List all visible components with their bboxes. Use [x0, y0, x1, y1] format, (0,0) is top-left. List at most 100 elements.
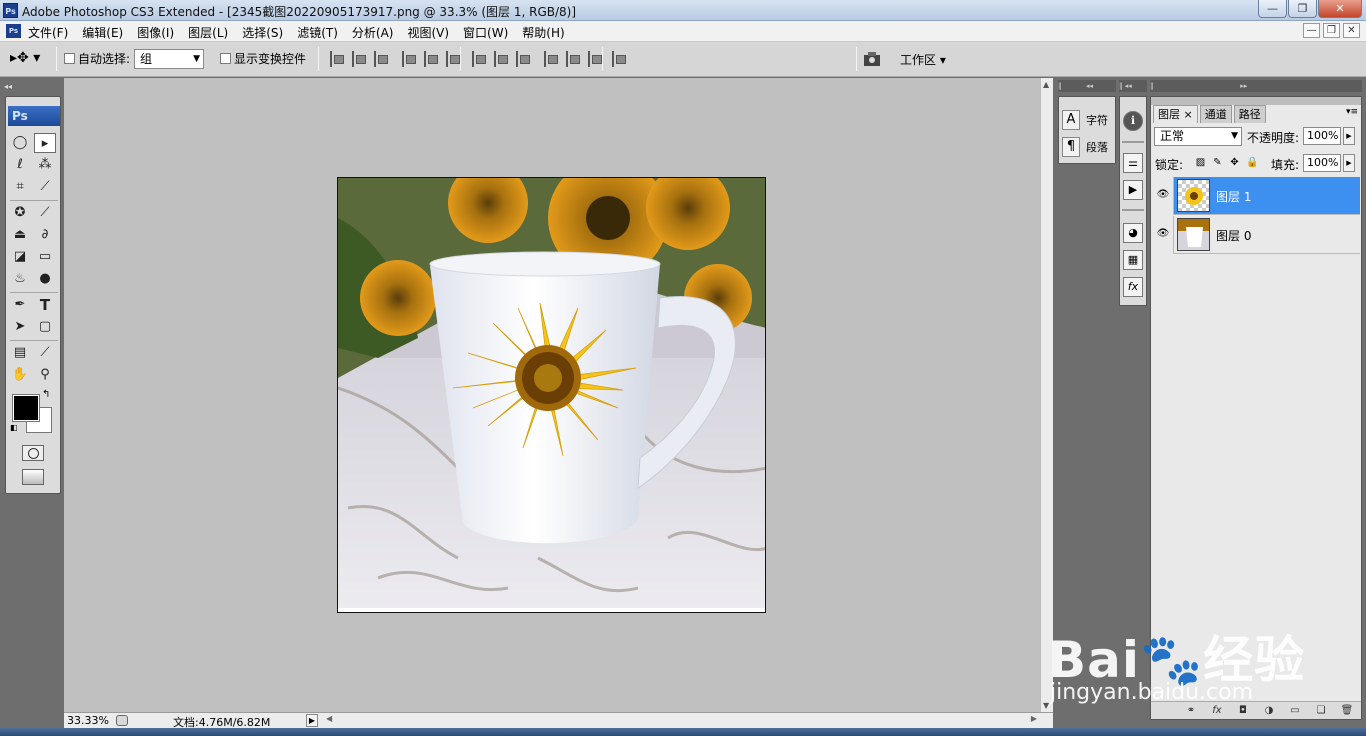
grid-icon[interactable]: ▦ [1123, 250, 1143, 270]
default-colors-icon[interactable]: ◧ [10, 423, 18, 432]
distribute-vcenter-icon[interactable] [494, 51, 508, 67]
align-top-icon[interactable] [330, 51, 344, 67]
paragraph-panel-button[interactable]: ¶ 段落 [1062, 136, 1114, 158]
scroll-up-icon[interactable]: ▲ [1043, 80, 1049, 89]
menu-analysis[interactable]: 分析(A) [352, 24, 394, 41]
auto-align-icon[interactable] [612, 51, 626, 67]
menu-file[interactable]: 文件(F) [28, 24, 68, 41]
workspace-button[interactable]: 工作区 ▾ [900, 51, 946, 68]
panel-menu-icon[interactable]: ▾≡ [1346, 107, 1358, 117]
crop-tool-icon[interactable]: ⌗ [9, 177, 31, 197]
minimize-button[interactable]: — [1258, 0, 1287, 18]
lock-position-icon[interactable]: ✥ [1229, 157, 1240, 169]
styles-fx-icon[interactable]: fx [1123, 277, 1143, 297]
dodge-tool-icon[interactable]: ● [34, 269, 56, 289]
blur-tool-icon[interactable]: ♨ [9, 269, 31, 289]
menu-edit[interactable]: 编辑(E) [82, 24, 123, 41]
doc-restore-button[interactable]: ❐ [1323, 23, 1340, 38]
character-panel-button[interactable]: A 字符 [1062, 109, 1114, 131]
distribute-hcenter-icon[interactable] [566, 51, 580, 67]
eye-icon[interactable]: 👁 [1156, 228, 1170, 240]
panel-titlebar[interactable] [1151, 97, 1361, 105]
dock-collapse-icon[interactable]: ‖ ◂◂ [1119, 80, 1147, 92]
scroll-right-icon[interactable]: ▶ [1031, 714, 1037, 723]
new-layer-icon[interactable]: ❏ [1313, 704, 1329, 718]
new-group-icon[interactable]: ▭ [1287, 704, 1303, 718]
gradient-tool-icon[interactable]: ▭ [34, 247, 56, 267]
align-right-icon[interactable] [446, 51, 460, 67]
menu-image[interactable]: 图像(I) [137, 24, 174, 41]
scroll-left-icon[interactable]: ◀ [326, 714, 332, 723]
eraser-tool-icon[interactable]: ◪ [9, 247, 31, 267]
visibility-toggle[interactable]: 👁 [1152, 216, 1174, 254]
distribute-bottom-icon[interactable] [516, 51, 530, 67]
layer-style-icon[interactable]: fx [1209, 704, 1225, 718]
eyedropper-tool-icon[interactable]: ⟋ [34, 343, 56, 363]
lock-all-icon[interactable]: 🔒 [1246, 157, 1258, 169]
swap-colors-icon[interactable]: ↰ [42, 389, 50, 400]
document-icon[interactable]: Ps [6, 24, 21, 38]
notes-tool-icon[interactable]: ▤ [9, 343, 31, 363]
bridge-icon[interactable] [862, 50, 886, 68]
scroll-down-icon[interactable]: ▼ [1043, 701, 1049, 710]
align-vcenter-icon[interactable] [352, 51, 366, 67]
restore-button[interactable]: ❐ [1288, 0, 1317, 18]
foreground-color-swatch[interactable] [12, 394, 40, 422]
auto-select-checkbox[interactable] [64, 53, 75, 64]
delete-layer-icon[interactable]: 🗑 [1339, 704, 1355, 718]
screen-mode-button[interactable] [22, 469, 44, 485]
menu-select[interactable]: 选择(S) [242, 24, 283, 41]
zoom-options-icon[interactable] [116, 715, 128, 726]
marquee-tool-icon[interactable]: ◯ [9, 133, 31, 153]
lock-pixels-icon[interactable]: ✎ [1212, 157, 1223, 169]
type-tool-icon[interactable]: T [34, 295, 56, 315]
brush-tool-icon[interactable]: ⟋ [34, 203, 56, 223]
align-hcenter-icon[interactable] [424, 51, 438, 67]
healing-brush-tool-icon[interactable]: ✪ [9, 203, 31, 223]
menu-help[interactable]: 帮助(H) [522, 24, 564, 41]
add-mask-icon[interactable]: ◘ [1235, 704, 1251, 718]
info-icon[interactable]: ℹ [1123, 111, 1143, 131]
magic-wand-tool-icon[interactable]: ⁂ [34, 155, 56, 175]
pen-tool-icon[interactable]: ✒ [9, 295, 31, 315]
menu-window[interactable]: 窗口(W) [463, 24, 508, 41]
tab-paths[interactable]: 路径 [1233, 105, 1266, 123]
document-image[interactable] [337, 177, 766, 613]
eye-icon[interactable]: 👁 [1156, 189, 1170, 201]
move-tool-icon[interactable]: ▸ [34, 133, 56, 153]
doc-close-button[interactable]: ✕ [1343, 23, 1360, 38]
menu-filter[interactable]: 滤镜(T) [297, 24, 338, 41]
tab-layers[interactable]: 图层 × [1153, 105, 1198, 123]
photoshop-logo[interactable]: Ps [8, 106, 60, 126]
fill-slider-arrow-icon[interactable]: ▶ [1343, 154, 1355, 172]
layer-row-1[interactable]: 👁 图层 1 [1152, 177, 1360, 215]
tab-channels[interactable]: 通道 [1199, 105, 1232, 123]
swatches-icon[interactable]: ◕ [1123, 223, 1143, 243]
opacity-field[interactable]: 100% [1303, 127, 1341, 145]
menu-view[interactable]: 视图(V) [407, 24, 449, 41]
histogram-icon[interactable]: ⚌ [1123, 153, 1143, 173]
align-left-icon[interactable] [402, 51, 416, 67]
quick-mask-button[interactable] [22, 445, 44, 461]
zoom-level[interactable]: 33.33% [67, 714, 109, 727]
visibility-toggle[interactable]: 👁 [1152, 177, 1174, 215]
link-layers-icon[interactable]: ⚭ [1183, 704, 1199, 718]
distribute-top-icon[interactable] [472, 51, 486, 67]
layer-name[interactable]: 图层 1 [1216, 188, 1251, 205]
blend-mode-dropdown[interactable]: 正常 ▼ [1154, 127, 1242, 146]
tool-preset-picker[interactable]: ▸✥ ▾ [10, 50, 50, 70]
close-button[interactable]: ✕ [1318, 0, 1362, 18]
auto-select-dropdown[interactable]: 组 ▼ [134, 49, 204, 69]
distribute-left-icon[interactable] [544, 51, 558, 67]
shape-tool-icon[interactable]: ▢ [34, 317, 56, 337]
show-transform-checkbox[interactable] [220, 53, 231, 64]
distribute-right-icon[interactable] [588, 51, 602, 67]
status-menu-arrow-icon[interactable]: ▶ [306, 714, 318, 727]
adjustment-layer-icon[interactable]: ◑ [1261, 704, 1277, 718]
menu-layer[interactable]: 图层(L) [188, 24, 228, 41]
dock-collapse-icon[interactable]: ‖ ◂◂ [1058, 80, 1116, 92]
align-bottom-icon[interactable] [374, 51, 388, 67]
clone-stamp-tool-icon[interactable]: ⏏ [9, 225, 31, 245]
opacity-slider-arrow-icon[interactable]: ▶ [1343, 127, 1355, 145]
history-brush-tool-icon[interactable]: ∂ [34, 225, 56, 245]
